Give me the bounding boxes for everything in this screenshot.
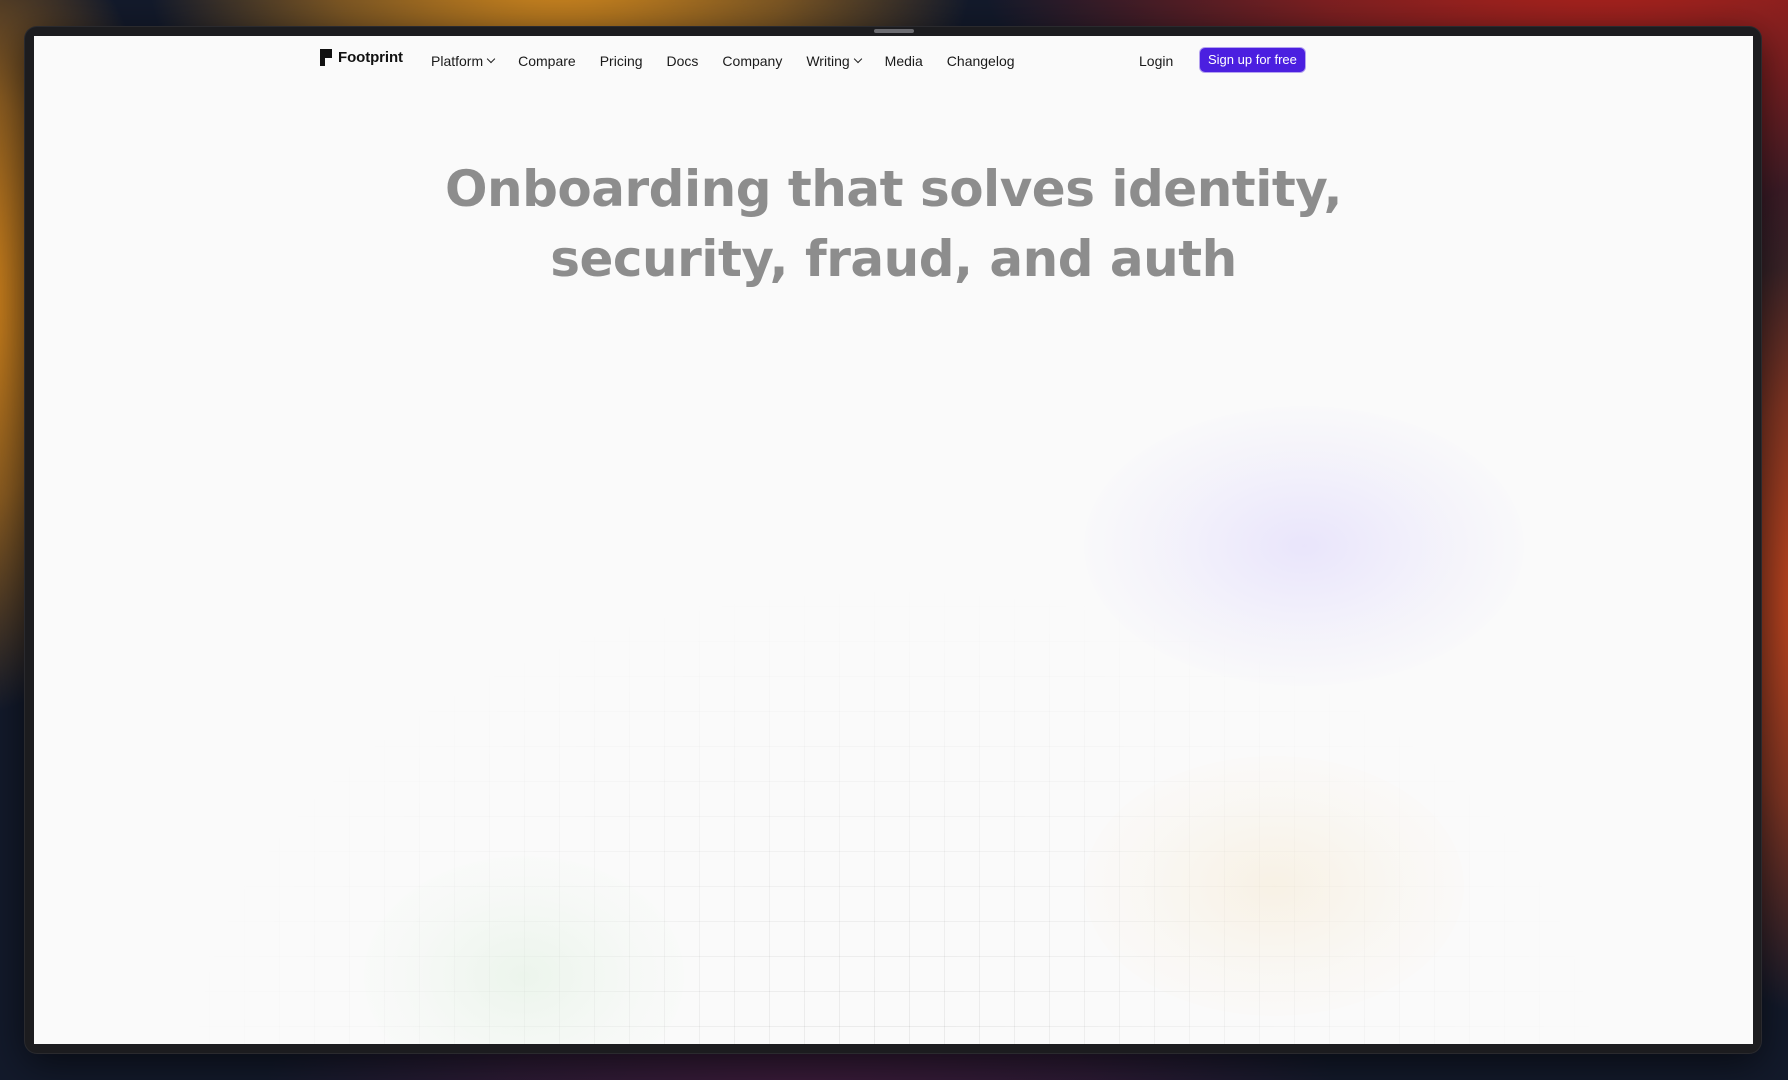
login-link[interactable]: Login [1139, 53, 1173, 69]
nav-links: Platform Compare Pricing Docs Company Wr… [431, 49, 1027, 73]
chevron-down-icon [486, 54, 496, 64]
logo-text: Footprint [338, 49, 403, 66]
top-navigation: Footprint Platform Compare Pricing Docs … [34, 36, 1753, 86]
nav-link-label: Docs [666, 53, 699, 69]
nav-link-writing[interactable]: Writing [794, 49, 872, 73]
nav-link-label: Media [884, 53, 923, 69]
background-glow-warm [1084, 756, 1464, 1016]
footprint-logo[interactable]: Footprint [320, 49, 403, 66]
nav-link-company[interactable]: Company [710, 49, 794, 73]
browser-viewport: Footprint Platform Compare Pricing Docs … [34, 36, 1753, 1044]
hero-title-line-1: Onboarding that solves identity, [445, 160, 1342, 218]
nav-link-label: Pricing [599, 53, 643, 69]
nav-link-platform[interactable]: Platform [431, 49, 506, 73]
footprint-logo-icon [320, 49, 332, 66]
nav-link-label: Writing [806, 53, 850, 69]
nav-link-changelog[interactable]: Changelog [935, 49, 1027, 73]
background-glow-purple [1084, 406, 1524, 686]
signup-button[interactable]: Sign up for free [1200, 48, 1305, 72]
hero-title: Onboarding that solves identity, securit… [34, 154, 1753, 294]
chevron-down-icon [853, 54, 862, 64]
hero-title-line-2: security, fraud, and auth [550, 230, 1237, 288]
nav-link-label: Compare [518, 53, 576, 69]
camera-notch [874, 29, 914, 33]
nav-link-label: Changelog [946, 53, 1015, 69]
nav-link-label: Platform [431, 53, 484, 69]
nav-link-media[interactable]: Media [873, 49, 935, 73]
nav-link-pricing[interactable]: Pricing [588, 49, 655, 73]
nav-link-compare[interactable]: Compare [506, 49, 588, 73]
nav-link-label: Company [722, 53, 783, 69]
nav-link-docs[interactable]: Docs [655, 49, 711, 73]
